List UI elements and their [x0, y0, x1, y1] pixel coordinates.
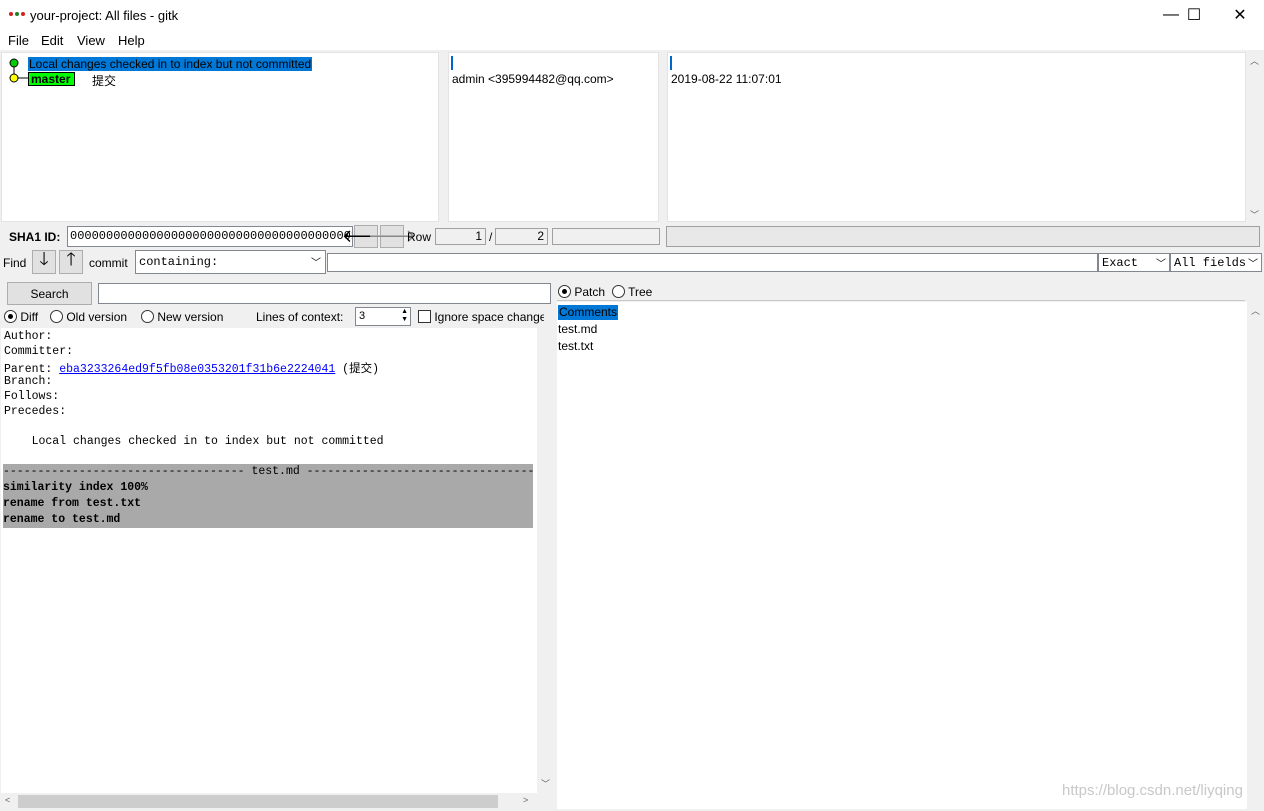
scroll-down-icon[interactable]: ﹀	[541, 777, 550, 790]
row-total: 2	[495, 228, 548, 245]
sha1-label: SHA1 ID:	[9, 230, 61, 244]
diff-pane[interactable]: Author: Committer: Parent: eba3233264ed9…	[1, 328, 537, 793]
commit-dot-master	[9, 73, 19, 83]
scroll-right-icon[interactable]: >	[523, 795, 528, 805]
sha1-field[interactable]: 0000000000000000000000000000000000000001	[67, 226, 353, 247]
chevron-down-icon: ﹀	[311, 259, 321, 270]
context-label: Lines of context:	[256, 310, 344, 324]
title-bar: your-project: All files - gitk — ☐ ✕	[0, 0, 1264, 30]
row-current: 1	[435, 228, 486, 245]
watermark: https://blog.csdn.net/liyqing	[1062, 782, 1243, 799]
file-list-scrollbar[interactable]: ︿	[1247, 302, 1263, 809]
diff-scrollbar-vertical[interactable]: ﹀	[537, 328, 554, 793]
find-next-button[interactable]: 🡓	[32, 249, 56, 274]
search-button[interactable]: Search	[7, 282, 92, 305]
diff-branch: Branch:	[4, 375, 53, 388]
scroll-up-icon[interactable]: ︿	[1250, 54, 1259, 67]
author-pane[interactable]: admin <395994482@qq.com>	[448, 52, 659, 222]
file-list-item[interactable]: test.txt	[558, 339, 593, 353]
find-fields-select[interactable]: All fields ﹀	[1170, 253, 1262, 272]
commit-subject[interactable]: 提交	[92, 72, 116, 89]
progress-field	[552, 228, 660, 245]
date-pane[interactable]: 2019-08-22 11:07:01	[667, 52, 1246, 222]
commit-row-selected[interactable]: Local changes checked in to index but no…	[28, 57, 313, 71]
commit-subject: Local changes checked in to index but no…	[29, 57, 312, 71]
arrow-down-icon: 🡓	[39, 249, 49, 269]
radio-icon	[612, 285, 625, 298]
menu-file[interactable]: File	[8, 33, 29, 48]
find-input[interactable]	[327, 253, 1098, 272]
text-cursor	[451, 56, 453, 70]
commit-date[interactable]: 2019-08-22 11:07:01	[671, 72, 782, 86]
tree-radio[interactable]: Tree	[612, 285, 652, 299]
status-field	[666, 226, 1260, 247]
find-mode-select[interactable]: containing: ﹀	[135, 250, 326, 274]
diff-parent-row: Parent: eba3233264ed9f5fb08e0353201f31b6…	[4, 363, 379, 376]
scrollbar-thumb[interactable]	[18, 795, 498, 808]
file-list-item[interactable]: test.md	[558, 322, 597, 336]
radio-icon	[141, 310, 154, 323]
diff-follows: Follows:	[4, 390, 60, 403]
diff-precedes: Precedes:	[4, 405, 67, 418]
radio-selected-icon	[4, 310, 17, 323]
window-title: your-project: All files - gitk	[30, 8, 179, 23]
commit-dot-local	[9, 58, 19, 68]
diff-committer: Committer:	[4, 345, 74, 358]
commit-message: Local changes checked in to index but no…	[4, 435, 384, 448]
menu-bar: File Edit View Help	[0, 30, 1264, 50]
menu-edit[interactable]: Edit	[41, 33, 63, 48]
search-input[interactable]	[98, 283, 551, 304]
file-header: ----------------------------------- test…	[3, 465, 533, 478]
arrow-up-icon: 🡑	[66, 249, 76, 269]
find-prev-button[interactable]: 🡑	[59, 249, 83, 274]
spin-arrows-icon[interactable]: ▲ ▼	[401, 308, 408, 324]
branch-tag-master[interactable]: master	[28, 72, 76, 86]
commit-graph-pane[interactable]: Local changes checked in to index but no…	[1, 52, 439, 222]
parent-sha-link[interactable]: eba3233264ed9f5fb08e0353201f31b6e2224041	[59, 363, 335, 376]
chevron-down-icon: ﹀	[1156, 260, 1166, 271]
text-cursor	[670, 56, 672, 70]
new-version-radio[interactable]: New version	[141, 310, 223, 324]
commit-list-scrollbar[interactable]: ︿ ﹀	[1246, 52, 1263, 222]
diff-line: rename to test.md	[3, 513, 121, 526]
ignore-space-checkbox[interactable]: Ignore space change	[418, 310, 544, 324]
scroll-left-icon[interactable]: <	[5, 795, 10, 805]
find-match-select[interactable]: Exact ﹀	[1098, 253, 1170, 272]
diff-scrollbar-horizontal[interactable]: < >	[1, 793, 537, 810]
row-separator: /	[489, 230, 493, 244]
diff-line: similarity index 100%	[3, 481, 148, 494]
context-spinbox[interactable]: 3 ▲ ▼	[355, 307, 411, 326]
diff-radio[interactable]: Diff	[4, 310, 38, 324]
diff-author: Author:	[4, 330, 53, 343]
chevron-down-icon: ﹀	[1248, 260, 1258, 271]
scroll-up-icon[interactable]: ︿	[1251, 304, 1260, 317]
radio-icon	[50, 310, 63, 323]
forward-arrow-button[interactable]: 🡒	[368, 225, 416, 248]
maximize-button[interactable]: ☐	[1171, 0, 1217, 30]
file-list-item-comments[interactable]: Comments	[558, 305, 619, 320]
patch-radio[interactable]: Patch	[558, 285, 605, 299]
radio-selected-icon	[558, 285, 571, 298]
row-label: Row	[407, 230, 432, 244]
scroll-down-icon[interactable]: ﹀	[1250, 208, 1259, 221]
commit-author[interactable]: admin <395994482@qq.com>	[452, 72, 614, 86]
diff-line: rename from test.txt	[3, 497, 142, 510]
close-button[interactable]: ✕	[1217, 0, 1263, 30]
menu-view[interactable]: View	[77, 33, 105, 48]
separator	[557, 300, 1245, 301]
menu-help[interactable]: Help	[118, 33, 145, 48]
find-type-label: commit	[89, 256, 128, 270]
old-version-radio[interactable]: Old version	[50, 310, 127, 324]
file-diff-text: ----------------------------------- test…	[1, 464, 533, 528]
find-label: Find	[3, 256, 27, 270]
gitk-app-icon	[9, 12, 25, 20]
file-list-pane[interactable]: Comments test.md test.txt https://blog.c…	[557, 302, 1247, 809]
checkbox-icon	[418, 310, 431, 323]
